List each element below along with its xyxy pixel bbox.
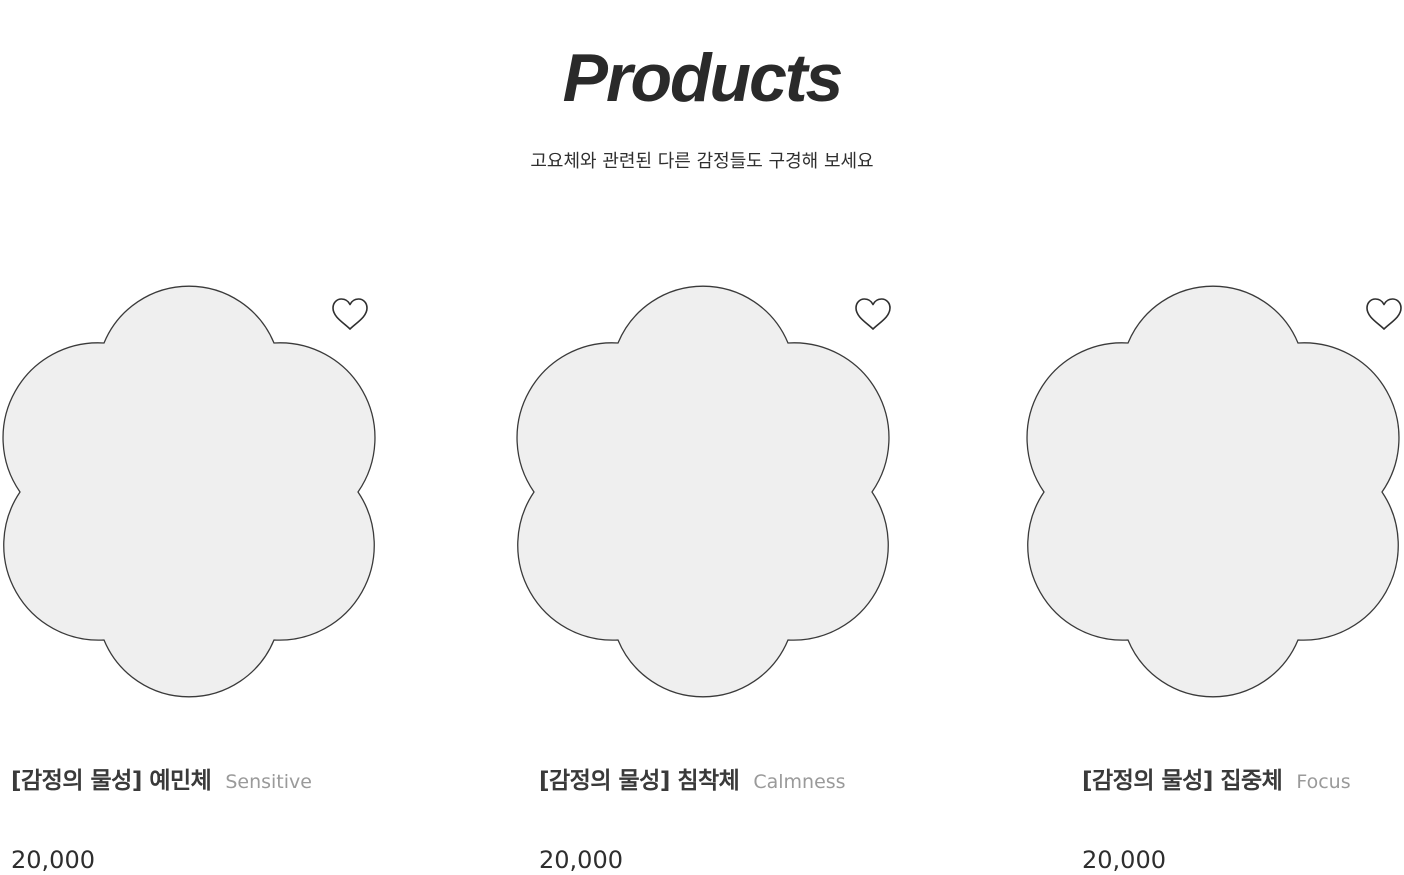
product-title-row[interactable]: [감정의 물성] 침착체 Calmness [539,765,846,799]
flower-shape [1026,285,1400,698]
product-english-name: Calmness [753,771,846,793]
product-name[interactable]: [감정의 물성] 집중체 [1082,768,1283,794]
heart-outline-icon [1366,298,1402,330]
product-name[interactable]: [감정의 물성] 침착체 [539,768,740,794]
product-english-name: Focus [1296,771,1351,793]
wishlist-button[interactable] [853,295,893,335]
heart-outline-icon [855,298,891,330]
flower-shape [2,285,376,698]
product-image[interactable] [1024,285,1404,699]
product-image[interactable] [0,285,380,699]
product-image[interactable] [514,285,894,699]
wishlist-button[interactable] [1364,295,1404,335]
page-subtitle: 고요체와 관련된 다른 감정들도 구경해 보세요 [530,151,874,172]
product-card-focus[interactable]: [감정의 물성] 집중체 Focus 20,000 [1024,285,1404,875]
product-price: 20,000 [1082,846,1166,874]
flower-shape [516,285,890,698]
product-english-name: Sensitive [225,771,312,793]
product-title-row[interactable]: [감정의 물성] 집중체 Focus [1082,765,1351,799]
product-name[interactable]: [감정의 물성] 예민체 [11,768,212,794]
product-card-calmness[interactable]: [감정의 물성] 침착체 Calmness 20,000 [514,285,1034,875]
page-title: Products [562,40,844,116]
product-price: 20,000 [539,846,623,874]
product-card-sensitive[interactable]: [감정의 물성] 예민체 Sensitive 20,000 [0,285,520,875]
product-price: 20,000 [11,846,95,874]
wishlist-button[interactable] [330,295,370,335]
product-title-row[interactable]: [감정의 물성] 예민체 Sensitive [11,765,312,799]
heart-outline-icon [332,298,368,330]
